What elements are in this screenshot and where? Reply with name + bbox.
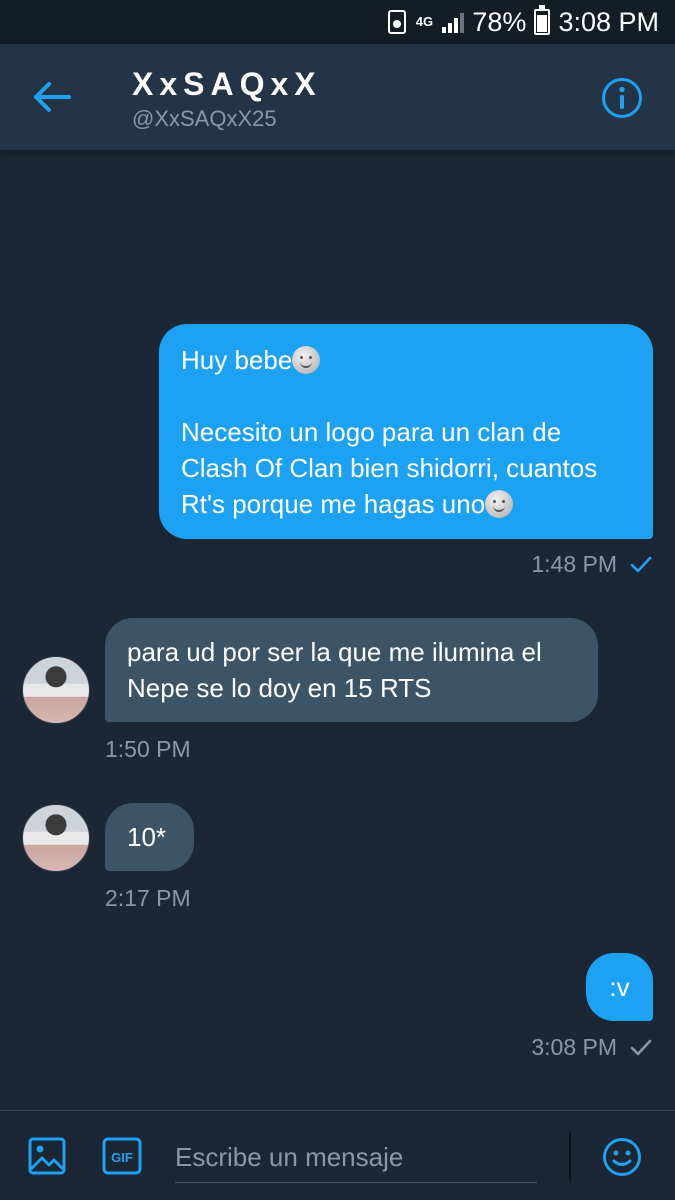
message-bubble-received[interactable]: para ud por ser la que me ilumina el Nep… <box>105 618 598 722</box>
status-bar: 4G 78% 3:08 PM <box>0 0 675 44</box>
message-timestamp: 3:08 PM <box>531 1034 617 1060</box>
network-type: 4G <box>415 14 434 29</box>
gif-icon: GIF <box>102 1137 142 1175</box>
moon-face-emoji-icon <box>292 346 321 374</box>
message-bubble-sent[interactable]: Huy bebe Necesito un logo para un clan d… <box>159 324 653 539</box>
checkmark-icon <box>630 556 652 573</box>
back-button[interactable] <box>32 80 72 114</box>
add-gif-button[interactable]: GIF <box>102 1137 142 1175</box>
message-timestamp: 2:17 PM <box>105 885 191 911</box>
gif-label: GIF <box>111 1150 133 1165</box>
message-bubble-received[interactable]: 10* <box>105 803 194 871</box>
add-image-button[interactable] <box>28 1137 66 1175</box>
moon-face-emoji-icon <box>485 490 514 518</box>
conversation-header: XxSAQxX @XxSAQxX25 <box>0 44 675 150</box>
battery-percent: 78% <box>472 6 527 37</box>
contact-handle[interactable]: @XxSAQxX25 <box>132 106 277 132</box>
divider <box>569 1131 571 1183</box>
contact-name[interactable]: XxSAQxX <box>132 66 322 103</box>
battery-saver-icon <box>388 10 407 34</box>
avatar[interactable] <box>22 804 90 872</box>
avatar[interactable] <box>22 656 90 724</box>
info-button[interactable] <box>601 77 643 119</box>
message-bubble-sent[interactable]: :v <box>586 953 653 1021</box>
message-paragraph: Necesito un logo para un clan de Clash O… <box>181 417 598 519</box>
status-time: 3:08 PM <box>558 6 659 37</box>
message-timestamp: 1:48 PM <box>531 551 617 577</box>
signal-icon <box>442 11 465 33</box>
compose-bar: GIF <box>0 1110 675 1200</box>
message-timestamp: 1:50 PM <box>105 736 191 762</box>
checkmark-icon <box>630 1039 652 1056</box>
arrow-left-icon <box>34 82 71 112</box>
message-paragraph: Huy bebe <box>181 342 631 378</box>
message-input[interactable] <box>175 1133 537 1183</box>
emoji-button[interactable] <box>602 1137 642 1177</box>
battery-icon <box>534 5 551 35</box>
info-icon <box>602 78 642 118</box>
image-icon <box>28 1137 66 1175</box>
emoji-icon <box>603 1138 641 1176</box>
